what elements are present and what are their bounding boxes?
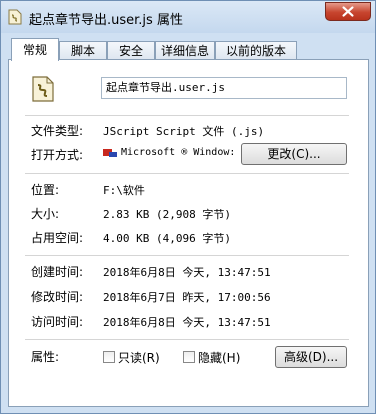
tab-security[interactable]: 安全 bbox=[107, 41, 155, 60]
divider bbox=[25, 255, 349, 256]
modified-value: 2018年6月7日 昨天, 17:00:56 bbox=[103, 291, 271, 304]
tab-previous-versions[interactable]: 以前的版本 bbox=[215, 41, 297, 60]
divider bbox=[25, 115, 349, 116]
created-value: 2018年6月8日 今天, 13:47:51 bbox=[103, 266, 271, 279]
size-on-disk-label: 占用空间: bbox=[31, 231, 84, 245]
script-file-icon bbox=[8, 9, 22, 25]
file-type-value: JScript Script 文件 (.js) bbox=[103, 125, 265, 138]
open-with-label: 打开方式: bbox=[31, 148, 84, 162]
filename-field[interactable]: 起点章节导出.user.js bbox=[101, 77, 347, 99]
tab-details[interactable]: 详细信息 bbox=[155, 41, 215, 60]
size-label: 大小: bbox=[31, 207, 60, 221]
windows-script-host-icon bbox=[103, 149, 117, 157]
size-value: 2.83 KB (2,908 字节) bbox=[103, 208, 231, 221]
hidden-label[interactable]: 隐藏(H) bbox=[198, 349, 240, 366]
divider bbox=[25, 339, 349, 340]
advanced-button[interactable]: 高级(D)... bbox=[275, 346, 347, 368]
accessed-label: 访问时间: bbox=[31, 315, 84, 329]
tab-script[interactable]: 脚本 bbox=[59, 41, 107, 60]
size-on-disk-value: 4.00 KB (4,096 字节) bbox=[103, 232, 231, 245]
location-value: F:\软件 bbox=[103, 184, 145, 197]
hidden-checkbox[interactable] bbox=[183, 351, 195, 363]
title-bar[interactable]: 起点章节导出.user.js 属性 bbox=[1, 1, 375, 33]
file-type-label: 文件类型: bbox=[31, 124, 84, 138]
window-title: 起点章节导出.user.js 属性 bbox=[29, 13, 183, 28]
properties-window: 起点章节导出.user.js 属性 常规 脚本 安全 详细信息 以前的版本 起点… bbox=[0, 0, 376, 414]
open-with-value: Microsoft ® Window: bbox=[121, 147, 236, 158]
created-label: 创建时间: bbox=[31, 265, 84, 279]
attributes-label: 属性: bbox=[31, 350, 60, 364]
modified-label: 修改时间: bbox=[31, 290, 84, 304]
change-button[interactable]: 更改(C)... bbox=[241, 143, 347, 165]
location-label: 位置: bbox=[31, 183, 60, 197]
readonly-label[interactable]: 只读(R) bbox=[118, 349, 160, 366]
readonly-checkbox[interactable] bbox=[103, 351, 115, 363]
close-icon bbox=[342, 6, 354, 17]
divider bbox=[25, 173, 349, 174]
accessed-value: 2018年6月8日 今天, 13:47:51 bbox=[103, 316, 271, 329]
script-file-icon bbox=[32, 76, 54, 102]
tab-general[interactable]: 常规 bbox=[11, 38, 59, 61]
close-button[interactable] bbox=[325, 2, 371, 21]
